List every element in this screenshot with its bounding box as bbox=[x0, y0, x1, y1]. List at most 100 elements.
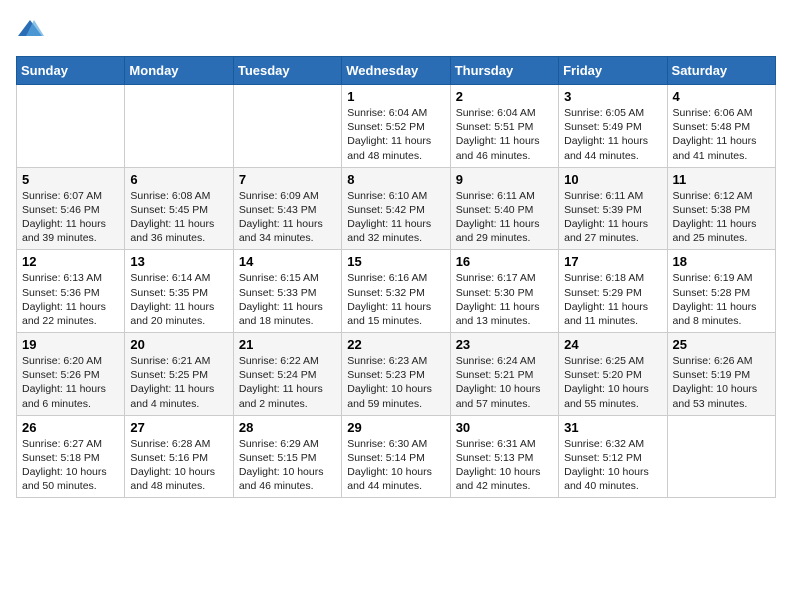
day-number: 31 bbox=[564, 420, 661, 435]
day-number: 3 bbox=[564, 89, 661, 104]
calendar-week-4: 19 Sunrise: 6:20 AM Sunset: 5:26 PM Dayli… bbox=[17, 333, 776, 416]
calendar-cell: 17 Sunrise: 6:18 AM Sunset: 5:29 PM Dayli… bbox=[559, 250, 667, 333]
day-number: 10 bbox=[564, 172, 661, 187]
day-info: Sunrise: 6:14 AM Sunset: 5:35 PM Dayligh… bbox=[130, 271, 227, 328]
day-info: Sunrise: 6:16 AM Sunset: 5:32 PM Dayligh… bbox=[347, 271, 444, 328]
calendar-week-1: 1Sunrise: 6:04 AM Sunset: 5:52 PM Daylig… bbox=[17, 85, 776, 168]
day-info: Sunrise: 6:10 AM Sunset: 5:42 PM Dayligh… bbox=[347, 189, 444, 246]
day-info: Sunrise: 6:18 AM Sunset: 5:29 PM Dayligh… bbox=[564, 271, 661, 328]
col-header-wednesday: Wednesday bbox=[342, 57, 450, 85]
calendar-cell: 30 Sunrise: 6:31 AM Sunset: 5:13 PM Dayli… bbox=[450, 415, 558, 498]
day-number: 6 bbox=[130, 172, 227, 187]
calendar-cell bbox=[17, 85, 125, 168]
day-number: 19 bbox=[22, 337, 119, 352]
day-number: 24 bbox=[564, 337, 661, 352]
day-info: Sunrise: 6:08 AM Sunset: 5:45 PM Dayligh… bbox=[130, 189, 227, 246]
calendar-cell: 5Sunrise: 6:07 AM Sunset: 5:46 PM Daylig… bbox=[17, 167, 125, 250]
day-number: 12 bbox=[22, 254, 119, 269]
day-number: 20 bbox=[130, 337, 227, 352]
day-number: 16 bbox=[456, 254, 553, 269]
day-number: 1 bbox=[347, 89, 444, 104]
day-number: 14 bbox=[239, 254, 336, 269]
calendar-cell: 22Sunrise: 6:23 AM Sunset: 5:23 PM Dayli… bbox=[342, 333, 450, 416]
calendar-cell: 2 Sunrise: 6:04 AM Sunset: 5:51 PM Daylig… bbox=[450, 85, 558, 168]
day-info: Sunrise: 6:12 AM Sunset: 5:38 PM Dayligh… bbox=[673, 189, 770, 246]
calendar-cell: 29 Sunrise: 6:30 AM Sunset: 5:14 PM Dayli… bbox=[342, 415, 450, 498]
calendar-cell: 19 Sunrise: 6:20 AM Sunset: 5:26 PM Dayli… bbox=[17, 333, 125, 416]
day-number: 29 bbox=[347, 420, 444, 435]
calendar-cell bbox=[233, 85, 341, 168]
day-info: Sunrise: 6:23 AM Sunset: 5:23 PM Dayligh… bbox=[347, 354, 444, 411]
day-number: 30 bbox=[456, 420, 553, 435]
col-header-monday: Monday bbox=[125, 57, 233, 85]
calendar-cell: 31 Sunrise: 6:32 AM Sunset: 5:12 PM Dayli… bbox=[559, 415, 667, 498]
day-info: Sunrise: 6:31 AM Sunset: 5:13 PM Dayligh… bbox=[456, 437, 553, 494]
day-number: 26 bbox=[22, 420, 119, 435]
day-info: Sunrise: 6:15 AM Sunset: 5:33 PM Dayligh… bbox=[239, 271, 336, 328]
day-info: Sunrise: 6:27 AM Sunset: 5:18 PM Dayligh… bbox=[22, 437, 119, 494]
calendar-cell bbox=[125, 85, 233, 168]
calendar-week-3: 12 Sunrise: 6:13 AM Sunset: 5:36 PM Dayli… bbox=[17, 250, 776, 333]
day-number: 11 bbox=[673, 172, 770, 187]
calendar-cell: 1Sunrise: 6:04 AM Sunset: 5:52 PM Daylig… bbox=[342, 85, 450, 168]
calendar-cell: 13 Sunrise: 6:14 AM Sunset: 5:35 PM Dayli… bbox=[125, 250, 233, 333]
day-number: 15 bbox=[347, 254, 444, 269]
calendar-header-row: SundayMondayTuesdayWednesdayThursdayFrid… bbox=[17, 57, 776, 85]
day-number: 4 bbox=[673, 89, 770, 104]
day-info: Sunrise: 6:11 AM Sunset: 5:39 PM Dayligh… bbox=[564, 189, 661, 246]
day-info: Sunrise: 6:26 AM Sunset: 5:19 PM Dayligh… bbox=[673, 354, 770, 411]
day-number: 13 bbox=[130, 254, 227, 269]
day-info: Sunrise: 6:04 AM Sunset: 5:51 PM Dayligh… bbox=[456, 106, 553, 163]
day-info: Sunrise: 6:22 AM Sunset: 5:24 PM Dayligh… bbox=[239, 354, 336, 411]
day-info: Sunrise: 6:32 AM Sunset: 5:12 PM Dayligh… bbox=[564, 437, 661, 494]
calendar-cell: 26 Sunrise: 6:27 AM Sunset: 5:18 PM Dayli… bbox=[17, 415, 125, 498]
day-number: 5 bbox=[22, 172, 119, 187]
col-header-sunday: Sunday bbox=[17, 57, 125, 85]
calendar-cell: 27 Sunrise: 6:28 AM Sunset: 5:16 PM Dayli… bbox=[125, 415, 233, 498]
day-info: Sunrise: 6:13 AM Sunset: 5:36 PM Dayligh… bbox=[22, 271, 119, 328]
day-number: 2 bbox=[456, 89, 553, 104]
calendar-cell: 23 Sunrise: 6:24 AM Sunset: 5:21 PM Dayli… bbox=[450, 333, 558, 416]
col-header-tuesday: Tuesday bbox=[233, 57, 341, 85]
day-info: Sunrise: 6:24 AM Sunset: 5:21 PM Dayligh… bbox=[456, 354, 553, 411]
calendar-cell bbox=[667, 415, 775, 498]
day-info: Sunrise: 6:28 AM Sunset: 5:16 PM Dayligh… bbox=[130, 437, 227, 494]
calendar-cell: 24 Sunrise: 6:25 AM Sunset: 5:20 PM Dayli… bbox=[559, 333, 667, 416]
calendar-cell: 25 Sunrise: 6:26 AM Sunset: 5:19 PM Dayli… bbox=[667, 333, 775, 416]
day-info: Sunrise: 6:11 AM Sunset: 5:40 PM Dayligh… bbox=[456, 189, 553, 246]
day-number: 25 bbox=[673, 337, 770, 352]
calendar: SundayMondayTuesdayWednesdayThursdayFrid… bbox=[16, 56, 776, 498]
calendar-cell: 14 Sunrise: 6:15 AM Sunset: 5:33 PM Dayli… bbox=[233, 250, 341, 333]
day-info: Sunrise: 6:20 AM Sunset: 5:26 PM Dayligh… bbox=[22, 354, 119, 411]
calendar-cell: 16 Sunrise: 6:17 AM Sunset: 5:30 PM Dayli… bbox=[450, 250, 558, 333]
day-number: 23 bbox=[456, 337, 553, 352]
day-number: 17 bbox=[564, 254, 661, 269]
calendar-cell: 28Sunrise: 6:29 AM Sunset: 5:15 PM Dayli… bbox=[233, 415, 341, 498]
col-header-friday: Friday bbox=[559, 57, 667, 85]
calendar-week-5: 26 Sunrise: 6:27 AM Sunset: 5:18 PM Dayli… bbox=[17, 415, 776, 498]
day-number: 8 bbox=[347, 172, 444, 187]
calendar-cell: 6 Sunrise: 6:08 AM Sunset: 5:45 PM Daylig… bbox=[125, 167, 233, 250]
day-info: Sunrise: 6:05 AM Sunset: 5:49 PM Dayligh… bbox=[564, 106, 661, 163]
page-header bbox=[16, 16, 776, 44]
day-number: 7 bbox=[239, 172, 336, 187]
calendar-cell: 4 Sunrise: 6:06 AM Sunset: 5:48 PM Daylig… bbox=[667, 85, 775, 168]
calendar-cell: 8 Sunrise: 6:10 AM Sunset: 5:42 PM Daylig… bbox=[342, 167, 450, 250]
day-info: Sunrise: 6:25 AM Sunset: 5:20 PM Dayligh… bbox=[564, 354, 661, 411]
day-info: Sunrise: 6:19 AM Sunset: 5:28 PM Dayligh… bbox=[673, 271, 770, 328]
day-info: Sunrise: 6:17 AM Sunset: 5:30 PM Dayligh… bbox=[456, 271, 553, 328]
calendar-cell: 18 Sunrise: 6:19 AM Sunset: 5:28 PM Dayli… bbox=[667, 250, 775, 333]
day-info: Sunrise: 6:30 AM Sunset: 5:14 PM Dayligh… bbox=[347, 437, 444, 494]
day-info: Sunrise: 6:21 AM Sunset: 5:25 PM Dayligh… bbox=[130, 354, 227, 411]
col-header-thursday: Thursday bbox=[450, 57, 558, 85]
calendar-cell: 21 Sunrise: 6:22 AM Sunset: 5:24 PM Dayli… bbox=[233, 333, 341, 416]
day-number: 28 bbox=[239, 420, 336, 435]
calendar-cell: 7Sunrise: 6:09 AM Sunset: 5:43 PM Daylig… bbox=[233, 167, 341, 250]
calendar-cell: 12 Sunrise: 6:13 AM Sunset: 5:36 PM Dayli… bbox=[17, 250, 125, 333]
day-number: 21 bbox=[239, 337, 336, 352]
day-info: Sunrise: 6:06 AM Sunset: 5:48 PM Dayligh… bbox=[673, 106, 770, 163]
calendar-cell: 20 Sunrise: 6:21 AM Sunset: 5:25 PM Dayli… bbox=[125, 333, 233, 416]
day-number: 18 bbox=[673, 254, 770, 269]
day-number: 27 bbox=[130, 420, 227, 435]
day-number: 9 bbox=[456, 172, 553, 187]
